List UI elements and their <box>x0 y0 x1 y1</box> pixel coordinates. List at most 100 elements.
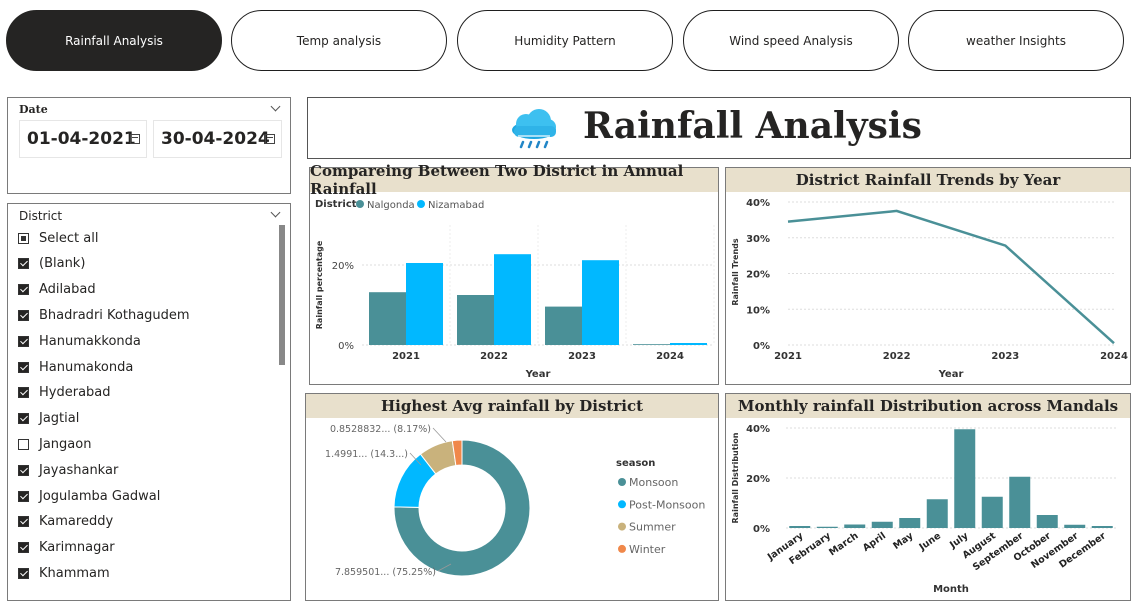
y-tick-label: 20% <box>746 474 770 485</box>
bar <box>406 263 443 345</box>
calendar-icon[interactable] <box>130 134 140 144</box>
chevron-down-icon[interactable] <box>270 101 281 112</box>
checkbox[interactable] <box>18 438 29 450</box>
bar <box>981 496 1003 528</box>
y-tick-label: 20% <box>746 270 770 281</box>
y-tick-label: 0% <box>338 341 354 352</box>
x-axis-label: Year <box>525 369 551 380</box>
district-item[interactable]: Jogulamba Gadwal <box>18 486 160 506</box>
leader-line <box>432 427 447 443</box>
bar <box>369 292 406 345</box>
district-item-label: Adilabad <box>39 282 96 298</box>
y-tick-label: 40% <box>746 198 770 209</box>
district-item[interactable]: Bhadradri Kothagudem <box>18 305 190 325</box>
district-item[interactable]: Khammam <box>18 563 110 583</box>
tab-temp-analysis[interactable]: Temp analysis <box>231 10 447 71</box>
y-axis-label: Rainfall Distribution <box>731 432 740 523</box>
end-date-input[interactable]: 30-04-2024 <box>153 120 282 158</box>
district-item[interactable]: Hyderabad <box>18 383 111 403</box>
bar <box>494 254 531 345</box>
checkbox[interactable] <box>18 335 29 347</box>
district-item[interactable]: Karimnagar <box>18 538 115 558</box>
district-item[interactable]: Kamareddy <box>18 512 113 532</box>
legend-marker <box>417 200 425 208</box>
y-axis-label: Rainfall percentage <box>315 240 324 329</box>
tab-label: Humidity Pattern <box>514 33 616 48</box>
chevron-down-icon[interactable] <box>270 207 281 218</box>
chart-title: Monthly rainfall Distribution across Man… <box>726 394 1130 418</box>
y-tick-label: 0% <box>753 524 770 535</box>
checkbox[interactable] <box>18 567 29 579</box>
checkbox[interactable] <box>18 258 29 270</box>
district-item[interactable]: Select all <box>18 228 98 248</box>
district-item-label: Jayashankar <box>39 462 119 478</box>
x-tick-label: 2021 <box>774 351 802 362</box>
y-tick-label: 10% <box>746 305 770 316</box>
checkbox[interactable] <box>18 232 29 244</box>
district-item[interactable]: Jagtial <box>18 409 79 429</box>
data-label: 1.4991... (14.3...) <box>325 449 408 460</box>
chart-title: Highest Avg rainfall by District <box>306 394 718 418</box>
district-item[interactable]: Adilabad <box>18 280 96 300</box>
district-item[interactable]: Hanumakkonda <box>18 331 141 351</box>
legend-label: Winter <box>629 543 666 556</box>
legend-label: Nalgonda <box>367 200 415 211</box>
tab-weather-insights[interactable]: weather Insights <box>908 10 1124 71</box>
district-item[interactable]: Jayashankar <box>18 460 118 480</box>
district-item-label: Jagtial <box>39 411 80 427</box>
checkbox[interactable] <box>18 464 29 476</box>
district-item-label: (Blank) <box>39 256 86 272</box>
district-slicer-title: District <box>19 209 63 223</box>
tab-humidity-pattern[interactable]: Humidity Pattern <box>457 10 673 71</box>
district-item-label: Select all <box>39 230 99 246</box>
bar <box>1009 476 1031 528</box>
date-slicer: Date 01-04-2021 30-04-2024 <box>7 97 291 194</box>
legend-marker <box>618 522 626 531</box>
checkbox[interactable] <box>18 516 29 528</box>
bar <box>457 295 494 345</box>
y-tick-label: 20% <box>332 261 354 272</box>
bar-chart: District Nalgonda Nizamabad 0% 20% 2021 2022 20… <box>315 199 715 380</box>
bar <box>816 526 838 528</box>
district-item[interactable]: (Blank) <box>18 254 85 274</box>
legend-marker <box>356 200 364 208</box>
tab-wind-speed-analysis[interactable]: Wind speed Analysis <box>683 10 899 71</box>
x-tick-label: 2022 <box>883 351 911 362</box>
y-tick-label: 0% <box>753 341 770 352</box>
district-item[interactable]: Jangaon <box>18 434 91 454</box>
x-tick-label: 2024 <box>656 351 684 362</box>
y-tick-label: 40% <box>746 424 770 435</box>
bar <box>1091 526 1113 528</box>
x-axis-label: Month <box>933 584 969 595</box>
monthly-distribution-chart: Monthly rainfall Distribution across Man… <box>725 393 1131 601</box>
bar <box>1064 524 1086 528</box>
calendar-icon[interactable] <box>265 134 275 144</box>
bar <box>899 518 921 528</box>
district-scrollbar[interactable] <box>279 225 285 365</box>
checkbox[interactable] <box>18 361 29 373</box>
checkbox[interactable] <box>18 542 29 554</box>
bar <box>633 344 670 345</box>
tab-rainfall-analysis[interactable]: Rainfall Analysis <box>6 10 222 71</box>
x-tick-label: June <box>917 530 943 553</box>
checkbox[interactable] <box>18 413 29 425</box>
trend-line <box>787 209 1115 345</box>
district-item-label: Khammam <box>39 565 110 581</box>
bar <box>954 429 976 528</box>
legend-label: Monsoon <box>629 476 678 489</box>
bar <box>582 260 619 345</box>
checkbox[interactable] <box>18 490 29 502</box>
x-tick-label: 2024 <box>1100 351 1128 362</box>
start-date-input[interactable]: 01-04-2021 <box>19 120 147 158</box>
checkbox[interactable] <box>18 309 29 321</box>
y-axis-label: Rainfall Trends <box>731 238 740 306</box>
legend-title: season <box>616 458 655 469</box>
tab-label: Temp analysis <box>296 33 382 48</box>
bar-chart: 0%20%40%JanuaryFebruaryMarch April May June… <box>731 424 1116 595</box>
district-item[interactable]: Hanumakonda <box>18 357 133 377</box>
legend-label: Nizamabad <box>428 200 484 211</box>
checkbox[interactable] <box>18 284 29 296</box>
start-date-value: 01-04-2021 <box>27 129 136 149</box>
bar <box>789 526 811 528</box>
checkbox[interactable] <box>18 387 29 399</box>
